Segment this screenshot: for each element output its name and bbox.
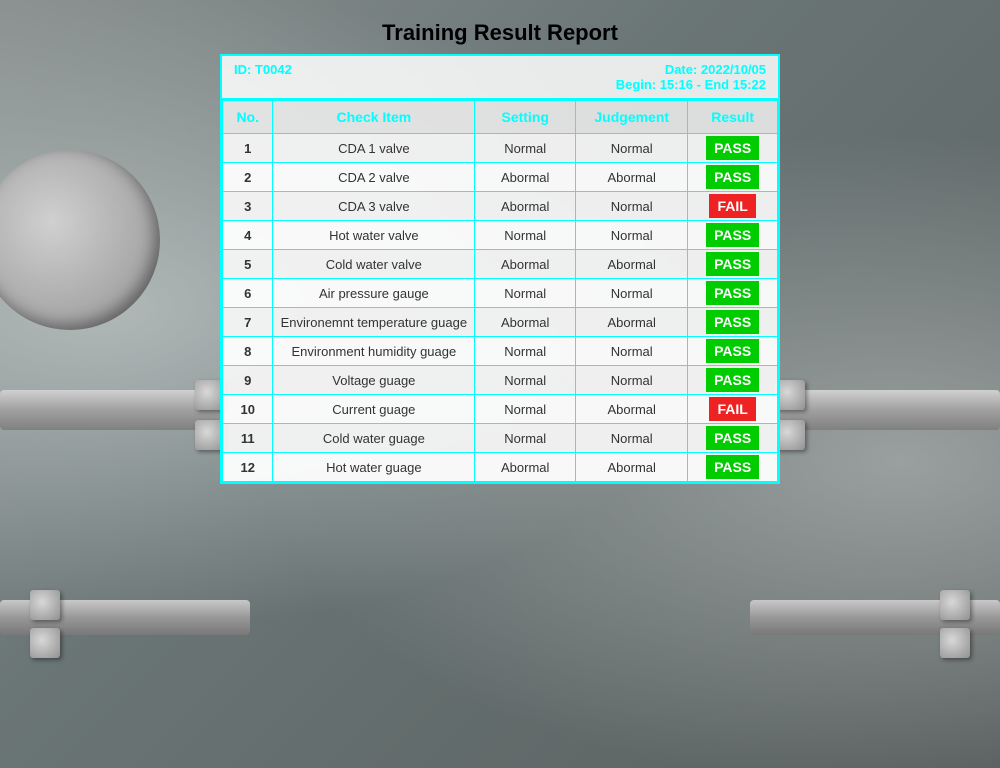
result-pass-badge: PASS [706,165,759,189]
cell-setting: Normal [475,337,576,366]
cell-setting: Abormal [475,308,576,337]
cell-result: PASS [688,308,778,337]
cell-no: 1 [223,134,273,163]
cell-result: PASS [688,366,778,395]
cell-check-item: CDA 3 valve [273,192,475,221]
cell-no: 8 [223,337,273,366]
table-row: 3CDA 3 valveAbormalNormal FAIL [223,192,778,221]
table-row: 8Environment humidity guageNormalNormalP… [223,337,778,366]
table-row: 12Hot water guageAbormalAbormalPASS [223,453,778,482]
cell-setting: Normal [475,395,576,424]
cell-check-item: Current guage [273,395,475,424]
cell-setting: Normal [475,279,576,308]
cell-judgement: Abormal [576,395,688,424]
cell-setting: Abormal [475,453,576,482]
cell-no: 6 [223,279,273,308]
cell-result: PASS [688,134,778,163]
report-header: ID: T0042 Date: 2022/10/05 Begin: 15:16 … [222,56,778,100]
cell-judgement: Normal [576,192,688,221]
cell-judgement: Abormal [576,308,688,337]
table-row: 6Air pressure gaugeNormalNormalPASS [223,279,778,308]
cell-result: PASS [688,163,778,192]
cell-result: PASS [688,337,778,366]
result-pass-badge: PASS [706,252,759,276]
cell-check-item: Air pressure gauge [273,279,475,308]
cell-judgement: Abormal [576,453,688,482]
table-header-row: No. Check Item Setting Judgement Result [223,101,778,134]
cell-check-item: Environemnt temperature guage [273,308,475,337]
cell-judgement: Abormal [576,250,688,279]
cell-check-item: CDA 2 valve [273,163,475,192]
cell-no: 9 [223,366,273,395]
cell-no: 7 [223,308,273,337]
cell-setting: Normal [475,366,576,395]
cell-setting: Normal [475,134,576,163]
col-header-check: Check Item [273,101,475,134]
result-fail-badge: FAIL [709,397,755,421]
table-row: 10Current guageNormalAbormal FAIL [223,395,778,424]
cell-judgement: Normal [576,424,688,453]
cell-result: PASS [688,221,778,250]
cell-check-item: Environment humidity guage [273,337,475,366]
cell-result: PASS [688,453,778,482]
overlay: Training Result Report ID: T0042 Date: 2… [0,0,1000,768]
col-header-result: Result [688,101,778,134]
table-row: 7Environemnt temperature guageAbormalAbo… [223,308,778,337]
report-date: Date: 2022/10/05 [616,62,766,77]
cell-result: PASS [688,250,778,279]
table-row: 9Voltage guageNormalNormalPASS [223,366,778,395]
table-row: 5Cold water valveAbormalAbormalPASS [223,250,778,279]
cell-setting: Abormal [475,163,576,192]
cell-judgement: Normal [576,134,688,163]
result-pass-badge: PASS [706,310,759,334]
result-pass-badge: PASS [706,455,759,479]
cell-result: PASS [688,279,778,308]
report-time: Begin: 15:16 - End 15:22 [616,77,766,92]
result-pass-badge: PASS [706,136,759,160]
cell-check-item: CDA 1 valve [273,134,475,163]
cell-judgement: Normal [576,366,688,395]
col-header-judgement: Judgement [576,101,688,134]
cell-judgement: Normal [576,221,688,250]
cell-no: 11 [223,424,273,453]
report-id: ID: T0042 [234,62,292,77]
col-header-no: No. [223,101,273,134]
result-pass-badge: PASS [706,368,759,392]
cell-result: PASS [688,424,778,453]
cell-no: 10 [223,395,273,424]
cell-setting: Normal [475,424,576,453]
result-table: No. Check Item Setting Judgement Result … [222,100,778,482]
table-row: 11Cold water guageNormalNormalPASS [223,424,778,453]
cell-no: 3 [223,192,273,221]
table-row: 2CDA 2 valveAbormalAbormalPASS [223,163,778,192]
cell-setting: Abormal [475,250,576,279]
cell-check-item: Cold water valve [273,250,475,279]
result-pass-badge: PASS [706,281,759,305]
cell-check-item: Hot water guage [273,453,475,482]
table-row: 4Hot water valveNormalNormalPASS [223,221,778,250]
table-row: 1CDA 1 valveNormalNormalPASS [223,134,778,163]
cell-no: 4 [223,221,273,250]
cell-result: FAIL [688,395,778,424]
cell-check-item: Hot water valve [273,221,475,250]
cell-no: 2 [223,163,273,192]
report-datetime-block: Date: 2022/10/05 Begin: 15:16 - End 15:2… [616,62,766,92]
cell-judgement: Normal [576,279,688,308]
cell-judgement: Normal [576,337,688,366]
cell-setting: Abormal [475,192,576,221]
result-pass-badge: PASS [706,339,759,363]
report-title: Training Result Report [382,20,618,46]
cell-result: FAIL [688,192,778,221]
report-panel: ID: T0042 Date: 2022/10/05 Begin: 15:16 … [220,54,780,484]
cell-judgement: Abormal [576,163,688,192]
cell-no: 12 [223,453,273,482]
result-pass-badge: PASS [706,426,759,450]
cell-no: 5 [223,250,273,279]
result-pass-badge: PASS [706,223,759,247]
result-fail-badge: FAIL [709,194,755,218]
cell-setting: Normal [475,221,576,250]
col-header-setting: Setting [475,101,576,134]
cell-check-item: Voltage guage [273,366,475,395]
cell-check-item: Cold water guage [273,424,475,453]
